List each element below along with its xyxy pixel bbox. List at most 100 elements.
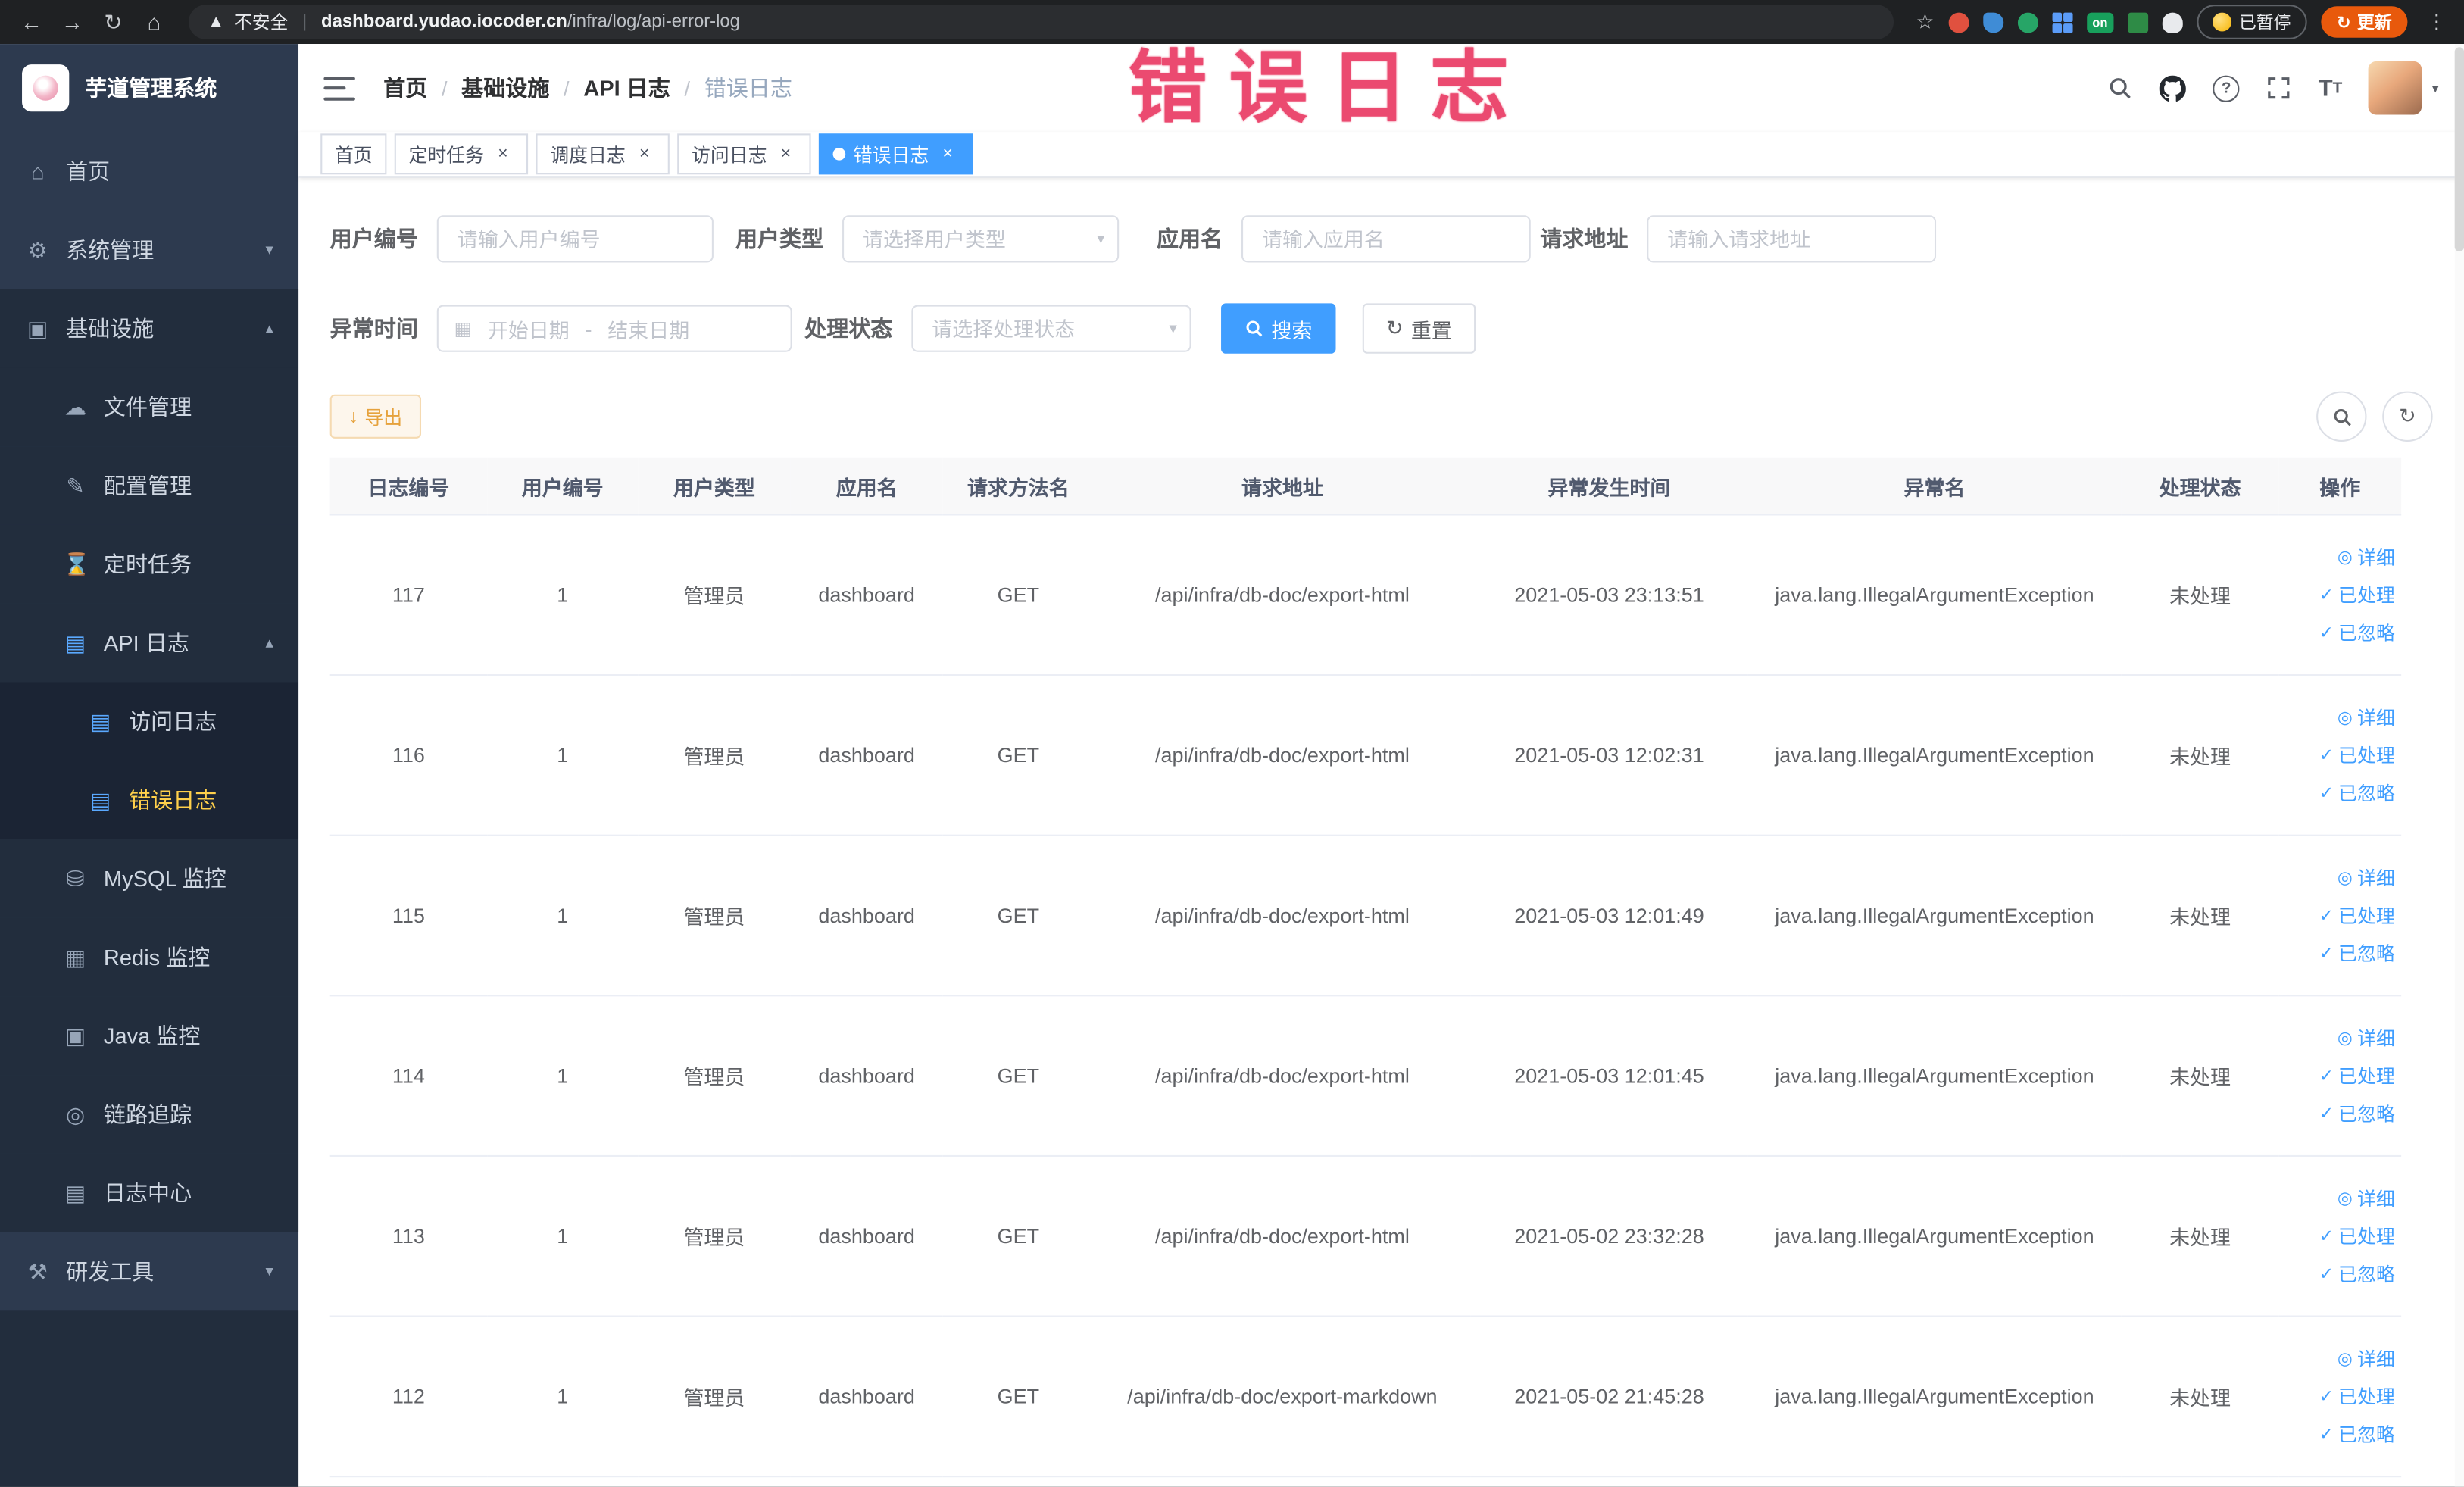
scrollbar[interactable] (2454, 44, 2464, 1487)
cell-request-url: /api/infra/db-doc/export-html (1093, 675, 1471, 836)
tab-scheduled-jobs[interactable]: 定时任务 × (394, 133, 529, 175)
process-status-select[interactable] (911, 305, 1191, 352)
sidebar-item-scheduled-jobs[interactable]: ⌛ 定时任务 (0, 524, 299, 604)
update-button[interactable]: ↻ 更新 (2320, 6, 2408, 38)
fullscreen-icon[interactable] (2266, 76, 2291, 101)
detail-link[interactable]: ◎ 详细 (2338, 1025, 2395, 1051)
github-icon[interactable] (2160, 74, 2187, 102)
cell-request-url: /api/infra/db-doc/export-html (1093, 995, 1471, 1157)
paused-chip[interactable]: 已暂停 (2196, 5, 2307, 39)
extension-on-badge[interactable]: on (2086, 11, 2114, 33)
tab-home[interactable]: 首页 (320, 133, 387, 175)
home-icon[interactable]: ⌂ (135, 5, 173, 39)
extension-grid-icon[interactable] (2052, 11, 2073, 33)
reload-icon[interactable]: ↻ (94, 5, 132, 39)
mark-processed-link[interactable]: ✓ 已处理 (2319, 1383, 2395, 1410)
sidebar-item-access-log[interactable]: ▤ 访问日志 (0, 682, 299, 761)
font-size-icon[interactable]: TT (2319, 75, 2343, 102)
date-range-picker[interactable]: ▦ 开始日期 - 结束日期 (436, 305, 792, 352)
user-type-label: 用户类型 (735, 226, 824, 251)
breadcrumb-home[interactable]: 首页 (383, 72, 427, 103)
refresh-button[interactable]: ↻ (2382, 391, 2433, 442)
extension-icon[interactable] (2017, 11, 2038, 33)
security-label[interactable]: 不安全 (234, 9, 289, 34)
user-type-select[interactable] (842, 215, 1120, 263)
back-icon[interactable]: ← (13, 5, 51, 39)
mark-processed-link[interactable]: ✓ 已处理 (2319, 582, 2395, 608)
app-name-input[interactable] (1241, 215, 1531, 263)
toolbox-icon: ⚒ (27, 1257, 48, 1283)
tab-dispatch-log[interactable]: 调度日志 × (536, 133, 670, 175)
mark-processed-link[interactable]: ✓ 已处理 (2319, 902, 2395, 929)
sidebar-item-system[interactable]: ⚙ 系统管理 ▾ (0, 211, 298, 289)
cell-log-id: 113 (329, 1155, 488, 1317)
cell-exception-time: 2021-05-03 12:01:45 (1470, 995, 1748, 1157)
close-icon[interactable]: × (937, 143, 959, 165)
search-button[interactable]: 搜索 (1221, 303, 1336, 354)
cell-exception-time: 2021-05-03 23:13:51 (1470, 514, 1748, 676)
chrome-menu-icon[interactable]: ⋮ (2422, 9, 2451, 34)
close-icon[interactable]: × (633, 143, 655, 165)
tags-view: 首页 定时任务 × 调度日志 × 访问日志 × 错误日志 × (298, 132, 2464, 178)
hamburger-icon[interactable] (323, 76, 355, 100)
sidebar-item-home[interactable]: ⌂ 首页 (0, 132, 298, 211)
page-content: 用户编号 用户类型 ▾ 应用名 请 (298, 177, 2464, 1486)
close-icon[interactable]: × (492, 143, 514, 165)
toggle-search-button[interactable] (2316, 391, 2367, 442)
sidebar-item-file-management[interactable]: ☁ 文件管理 (0, 367, 299, 447)
extension-icon[interactable] (1982, 11, 2003, 33)
sidebar-item-log-center[interactable]: ▤ 日志中心 (0, 1153, 299, 1232)
mark-processed-link[interactable]: ✓ 已处理 (2319, 742, 2395, 768)
tab-error-log[interactable]: 错误日志 × (819, 133, 973, 175)
detail-link[interactable]: ◎ 详细 (2338, 704, 2395, 730)
cell-request-url: /api/infra/db-doc/export-markdown (1093, 1316, 1471, 1478)
breadcrumb-infra[interactable]: 基础设施 (461, 72, 549, 103)
detail-link[interactable]: ◎ 详细 (2338, 544, 2395, 570)
export-button[interactable]: ↓ 导出 (329, 394, 422, 439)
extension-icon[interactable] (2127, 11, 2148, 33)
sidebar-item-trace[interactable]: ◎ 链路追踪 (0, 1075, 299, 1154)
tab-access-log[interactable]: 访问日志 × (677, 133, 811, 175)
mark-processed-link[interactable]: ✓ 已处理 (2319, 1223, 2395, 1249)
sidebar-item-api-log[interactable]: ▤ API 日志 ▴ (0, 603, 299, 683)
request-url-input[interactable] (1647, 215, 1937, 263)
extension-icon[interactable] (1948, 11, 1969, 33)
sidebar-item-config-management[interactable]: ✎ 配置管理 (0, 446, 299, 525)
cell-exception-name: java.lang.IllegalArgumentException (1747, 675, 2122, 836)
sidebar-filler (0, 1310, 299, 1487)
avatar[interactable] (2369, 61, 2423, 115)
sidebar-item-java-monitor[interactable]: ▣ Java 监控 (0, 996, 299, 1076)
user-id-input[interactable] (436, 215, 714, 263)
extension-icon[interactable] (2162, 11, 2183, 33)
detail-link[interactable]: ◎ 详细 (2338, 1345, 2395, 1372)
mark-processed-link[interactable]: ✓ 已处理 (2319, 1062, 2395, 1089)
detail-link[interactable]: ◎ 详细 (2338, 1185, 2395, 1211)
url-text[interactable]: dashboard.yudao.iocoder.cn/infra/log/api… (321, 13, 740, 32)
app-logo[interactable]: 芋道管理系统 (0, 44, 298, 132)
mark-ignored-link[interactable]: ✓ 已忽略 (2319, 940, 2395, 967)
mark-ignored-link[interactable]: ✓ 已忽略 (2319, 779, 2395, 806)
reset-button[interactable]: ↻ 重置 (1362, 303, 1476, 354)
help-icon[interactable]: ? (2213, 74, 2240, 102)
bookmark-star-icon[interactable]: ☆ (1916, 9, 1934, 34)
url-bar[interactable]: ▲ 不安全 | dashboard.yudao.iocoder.cn/infra… (188, 5, 1894, 39)
check-icon: ✓ (2319, 784, 2334, 804)
forward-icon[interactable]: → (54, 5, 92, 39)
sidebar-item-infra[interactable]: ▣ 基础设施 ▴ (0, 289, 299, 368)
sidebar-item-error-log[interactable]: ▤ 错误日志 (0, 761, 299, 839)
mark-ignored-link[interactable]: ✓ 已忽略 (2319, 1421, 2395, 1448)
close-icon[interactable]: × (775, 143, 797, 165)
cell-exception-time: 2021-05-03 12:02:31 (1470, 675, 1748, 836)
detail-link[interactable]: ◎ 详细 (2338, 864, 2395, 891)
mark-ignored-link[interactable]: ✓ 已忽略 (2319, 619, 2395, 645)
mark-ignored-link[interactable]: ✓ 已忽略 (2319, 1100, 2395, 1126)
breadcrumb-api-log[interactable]: API 日志 (583, 72, 670, 103)
sidebar-item-dev-tools[interactable]: ⚒ 研发工具 ▾ (0, 1232, 298, 1311)
user-menu[interactable]: ▾ (2369, 61, 2439, 115)
scrollbar-thumb[interactable] (2454, 47, 2464, 251)
cell-status: 未处理 (2121, 514, 2279, 676)
sidebar-item-redis-monitor[interactable]: ▦ Redis 监控 (0, 917, 299, 997)
mark-ignored-link[interactable]: ✓ 已忽略 (2319, 1261, 2395, 1287)
sidebar-item-mysql-monitor[interactable]: ⛁ MySQL 监控 (0, 839, 299, 918)
search-icon[interactable] (2108, 76, 2133, 101)
